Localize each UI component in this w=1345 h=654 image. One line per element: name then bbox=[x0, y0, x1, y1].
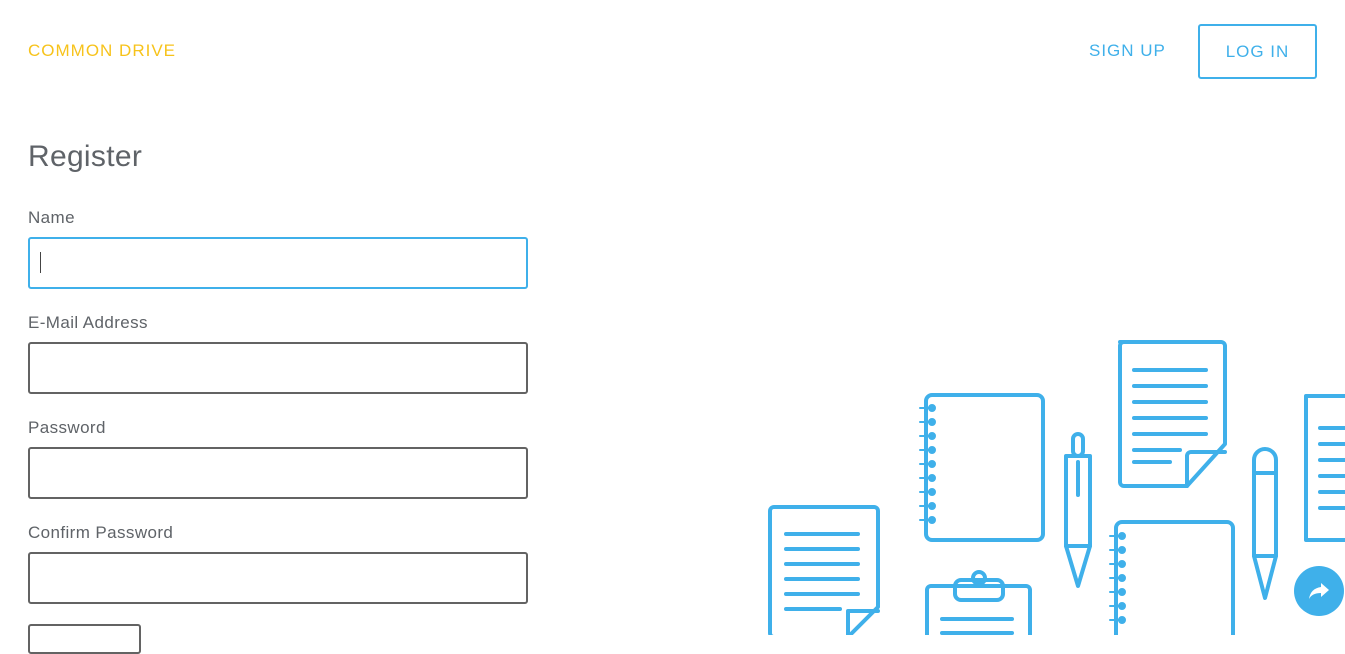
name-field[interactable] bbox=[28, 237, 528, 289]
name-label: Name bbox=[28, 208, 75, 227]
document-icon bbox=[768, 505, 880, 635]
document-icon bbox=[1118, 340, 1227, 488]
notebook-icon bbox=[919, 393, 1045, 542]
register-button[interactable] bbox=[28, 624, 141, 654]
brand-logo-link[interactable]: COMMON DRIVE bbox=[28, 41, 176, 61]
log-in-button[interactable]: LOG IN bbox=[1198, 24, 1317, 79]
text-caret bbox=[40, 252, 41, 273]
notebook-icon bbox=[1109, 520, 1235, 635]
document-icon bbox=[1304, 394, 1345, 542]
share-button[interactable] bbox=[1294, 566, 1344, 616]
clipboard-icon bbox=[925, 570, 1032, 635]
email-label: E-Mail Address bbox=[28, 313, 148, 332]
confirm-password-field[interactable] bbox=[28, 552, 528, 604]
page-title: Register bbox=[28, 140, 143, 173]
pen-icon bbox=[1064, 432, 1092, 588]
pencil-icon bbox=[1252, 447, 1278, 600]
share-icon bbox=[1309, 583, 1329, 599]
password-label: Password bbox=[28, 418, 106, 437]
documents-illustration bbox=[768, 340, 1345, 635]
confirm-password-label: Confirm Password bbox=[28, 523, 174, 542]
email-field[interactable] bbox=[28, 342, 528, 394]
sign-up-link[interactable]: SIGN UP bbox=[1089, 41, 1166, 61]
password-field[interactable] bbox=[28, 447, 528, 499]
